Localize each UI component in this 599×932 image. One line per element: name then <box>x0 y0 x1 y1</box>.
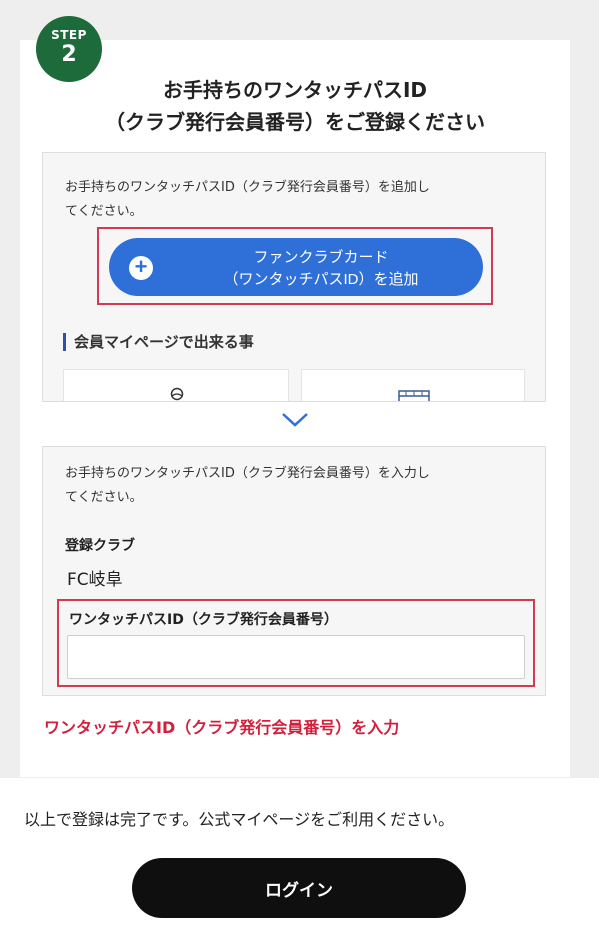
onetouch-pass-id-input[interactable] <box>67 635 525 679</box>
club-label: 登録クラブ <box>65 538 135 554</box>
club-value: FC岐阜 <box>67 570 123 590</box>
feature-tile[interactable] <box>301 369 525 401</box>
plus-circle-icon: + <box>129 256 153 280</box>
page-title-line2: （クラブ発行会員番号）をご登録ください <box>105 110 485 134</box>
step-number: 2 <box>61 42 77 67</box>
step-label: STEP <box>51 28 87 42</box>
complete-message: 以上で登録は完了です。公式マイページをご利用ください。 <box>24 810 455 829</box>
add-fanclub-card-button[interactable]: + ファンクラブカード （ワンタッチパスID）を追加 <box>109 238 483 296</box>
add-card-panel: お手持ちのワンタッチパスID（クラブ発行会員番号）を追加し てください。 + フ… <box>42 152 546 402</box>
calendar-icon <box>398 390 430 401</box>
feature-tile[interactable] <box>63 369 289 401</box>
mypage-section-heading: 会員マイページで出来る事 <box>63 333 254 351</box>
input-warning: ワンタッチパスID（クラブ発行会員番号）を入力 <box>44 718 400 737</box>
step-badge: STEP 2 <box>36 16 102 82</box>
id-field-highlight: ワンタッチパスID（クラブ発行会員番号） <box>57 599 535 687</box>
add-button-label-line2: （ワンタッチパスID）を追加 <box>223 271 419 288</box>
input-description-line2: てください。 <box>65 490 143 505</box>
page-title-line1: お手持ちのワンタッチパスID <box>162 78 428 102</box>
input-panel: お手持ちのワンタッチパスID（クラブ発行会員番号）を入力し てください。 登録ク… <box>42 446 546 696</box>
input-description-line1: お手持ちのワンタッチパスID（クラブ発行会員番号）を入力し <box>65 466 430 481</box>
chevron-down-icon <box>282 413 308 427</box>
person-icon <box>170 387 184 401</box>
login-button[interactable]: ログイン <box>132 858 466 918</box>
add-button-label-line1: ファンクラブカード <box>253 249 389 266</box>
add-description-line2: てください。 <box>65 204 143 219</box>
id-field-label: ワンタッチパスID（クラブ発行会員番号） <box>69 612 338 628</box>
add-description-line1: お手持ちのワンタッチパスID（クラブ発行会員番号）を追加し <box>65 180 430 195</box>
